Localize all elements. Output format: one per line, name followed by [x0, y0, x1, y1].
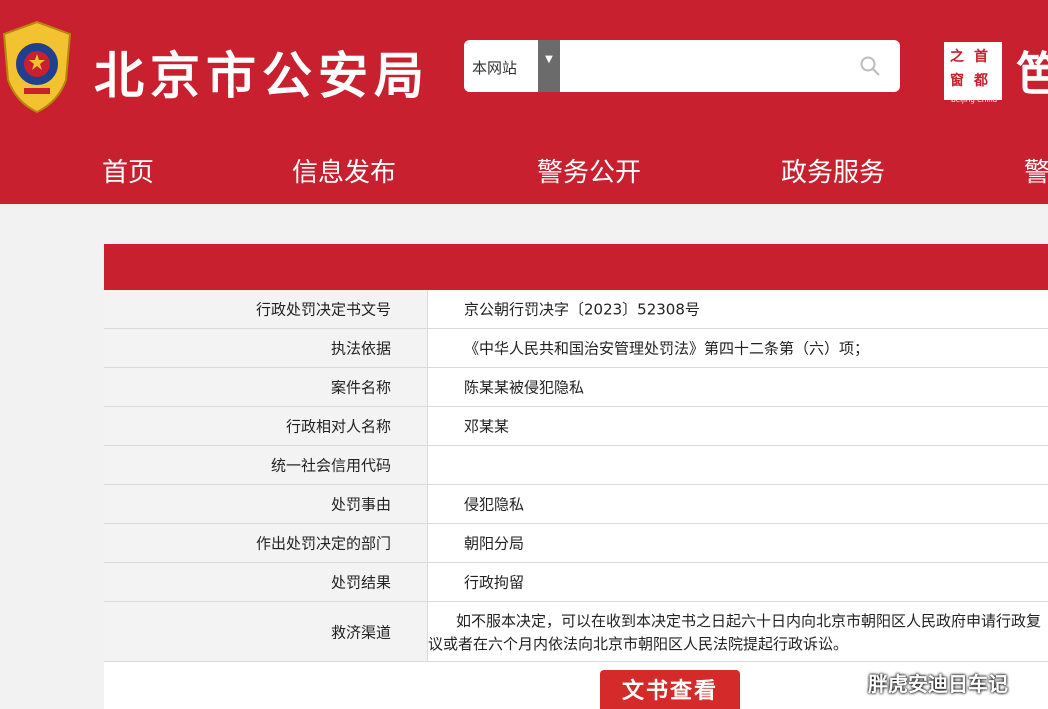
search-scope-label: 本网站: [472, 59, 518, 77]
caret-down-icon[interactable]: ▼: [538, 40, 560, 92]
logo-char: 首: [974, 49, 988, 65]
table-row: 作出处罚决定的部门 朝阳分局: [104, 524, 1048, 563]
row-label: 救济渠道: [330, 623, 391, 641]
site-header: 北京市公安局 本网站 ▼ 之 首 窗 都 Beijing·China 笆 首页 …: [0, 0, 1048, 204]
row-label: 统一社会信用代码: [270, 456, 391, 475]
table-row: 救济渠道 如不服本决定，可以在收到本决定书之日起六十日内向北京市朝阳区人民政府申…: [104, 602, 1048, 662]
row-label: 行政相对人名称: [285, 417, 391, 436]
search-scope-select[interactable]: 本网站 ▼: [464, 40, 560, 92]
search-input[interactable]: [560, 40, 860, 92]
row-value: 陈某某被侵犯隐私: [464, 378, 585, 397]
table-header-bar: [104, 244, 1048, 290]
nav-item-gov-services[interactable]: 政务服务: [781, 152, 885, 189]
partial-logo[interactable]: 笆: [1016, 38, 1048, 104]
row-value: 侵犯隐私: [464, 495, 525, 514]
nav-item-police-affairs[interactable]: 警务公开: [537, 152, 641, 189]
row-value: 朝阳分局: [464, 534, 525, 553]
row-label: 处罚结果: [330, 573, 391, 592]
table-row: 处罚结果 行政拘留: [104, 563, 1048, 602]
police-emblem-icon: [2, 20, 72, 114]
row-label: 处罚事由: [330, 495, 391, 514]
row-label: 行政处罚决定书文号: [255, 300, 391, 319]
logo-char: 都: [974, 73, 988, 89]
row-value: 行政拘留: [464, 573, 525, 592]
table-row: 行政处罚决定书文号 京公朝行罚决字〔2023〕52308号: [104, 290, 1048, 329]
capital-window-logo[interactable]: 之 首 窗 都: [944, 42, 1002, 100]
logo-subtitle: Beijing·China: [950, 96, 998, 104]
nav-item-home[interactable]: 首页: [102, 152, 154, 189]
row-label: 案件名称: [330, 378, 391, 397]
table-row: 处罚事由 侵犯隐私: [104, 485, 1048, 524]
logo-char: 之: [950, 49, 964, 65]
row-value: 如不服本决定，可以在收到本决定书之日起六十日内向北京市朝阳区人民政府申请行政复议…: [428, 612, 1042, 653]
nav-item-info-release[interactable]: 信息发布: [292, 152, 396, 189]
watermark: 胖虎安迪日车记: [868, 672, 1008, 696]
table-row: 统一社会信用代码: [104, 446, 1048, 485]
site-title[interactable]: 北京市公安局: [94, 36, 430, 108]
row-value: 邓某某: [464, 417, 510, 436]
nav-item-partial[interactable]: 警: [1024, 152, 1048, 189]
search-icon[interactable]: [858, 54, 882, 78]
logo-char: 窗: [950, 73, 964, 89]
row-label: 执法依据: [330, 339, 391, 358]
view-document-button[interactable]: 文书查看: [600, 670, 740, 709]
table-row: 执法依据 《中华人民共和国治安管理处罚法》第四十二条第（六）项；: [104, 329, 1048, 368]
row-label: 作出处罚决定的部门: [255, 534, 391, 553]
table-row: 行政相对人名称 邓某某: [104, 407, 1048, 446]
search-bar: 本网站 ▼: [464, 40, 900, 92]
table-row: 案件名称 陈某某被侵犯隐私: [104, 368, 1048, 407]
row-value: 《中华人民共和国治安管理处罚法》第四十二条第（六）项；: [464, 339, 870, 358]
row-value: 京公朝行罚决字〔2023〕52308号: [464, 300, 700, 319]
